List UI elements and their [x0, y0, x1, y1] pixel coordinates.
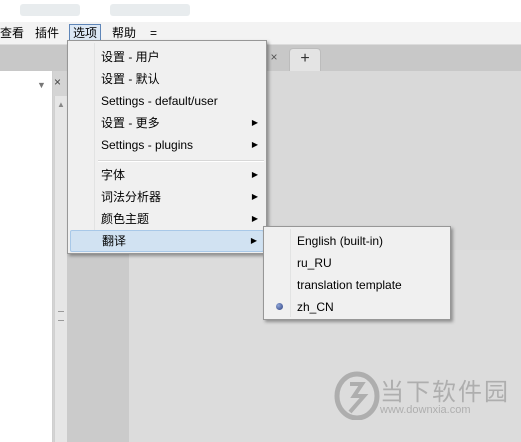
menu-separator: [98, 160, 264, 162]
menu-item-label: 设置 - 默认: [101, 72, 160, 86]
submenu-arrow-icon: ▶: [251, 118, 258, 127]
submenu-arrow-icon: ▶: [251, 192, 258, 201]
menu-item-translation[interactable]: 翻译 ▶: [70, 230, 264, 252]
submenu-arrow-icon: ▶: [250, 236, 257, 245]
language-label: ru_RU: [297, 256, 332, 270]
watermark-logo-icon: [334, 371, 380, 420]
watermark-url: www.downxia.com: [380, 404, 471, 416]
title-strip: [0, 0, 521, 22]
menu-item-label: Settings - plugins: [101, 138, 194, 152]
language-label: English (built-in): [297, 234, 384, 248]
blurred-title: [20, 4, 80, 16]
menu-view[interactable]: 查看: [0, 24, 27, 42]
watermark: 当下软件园 www.downxia.com: [332, 370, 517, 430]
options-menu: 设置 - 用户 设置 - 默认 Settings - default/user …: [67, 40, 267, 254]
menu-item-color-theme[interactable]: 颜色主题 ▶: [70, 208, 264, 230]
menu-item-label: 颜色主题: [101, 212, 150, 226]
language-item-ru[interactable]: ru_RU: [266, 252, 448, 274]
menu-item-label: Settings - default/user: [101, 94, 218, 108]
submenu-arrow-icon: ▶: [251, 140, 258, 149]
blurred-title: [110, 4, 190, 16]
menu-item-font[interactable]: 字体 ▶: [70, 164, 264, 186]
menu-item-settings-plugins[interactable]: Settings - plugins ▶: [70, 134, 264, 156]
submenu-arrow-icon: ▶: [251, 214, 258, 223]
language-item-zh-cn[interactable]: zh_CN: [266, 296, 448, 318]
language-label: translation template: [297, 278, 402, 292]
menu-item-label: 设置 - 用户: [101, 50, 160, 64]
line-number-gutter: [67, 250, 129, 442]
translation-submenu: English (built-in) ru_RU translation tem…: [263, 226, 451, 320]
menu-item-label: 字体: [101, 168, 126, 182]
language-item-template[interactable]: translation template: [266, 274, 448, 296]
submenu-arrow-icon: ▶: [251, 170, 258, 179]
language-label: zh_CN: [297, 300, 334, 314]
language-item-english[interactable]: English (built-in): [266, 230, 448, 252]
menu-item-label: 翻译: [102, 234, 127, 248]
sidebar-close-icon[interactable]: ×: [54, 76, 66, 88]
tab-close-icon[interactable]: ×: [267, 50, 281, 64]
menu-item-settings-default-user[interactable]: Settings - default/user: [70, 90, 264, 112]
scroll-grip-icon[interactable]: [58, 311, 64, 321]
menu-item-settings-user[interactable]: 设置 - 用户: [70, 46, 264, 68]
menu-item-settings-more[interactable]: 设置 - 更多 ▶: [70, 112, 264, 134]
radio-selected-icon: [276, 303, 283, 310]
menu-item-lexer[interactable]: 词法分析器 ▶: [70, 186, 264, 208]
sidebar-dropdown-icon[interactable]: ▼: [37, 80, 47, 90]
vertical-scrollbar[interactable]: ▲: [54, 96, 67, 442]
watermark-title: 当下软件园: [380, 379, 510, 406]
new-tab-button[interactable]: +: [289, 48, 321, 71]
menu-plugins[interactable]: 插件: [32, 24, 62, 42]
scroll-up-icon[interactable]: ▲: [57, 100, 65, 109]
menu-item-label: 词法分析器: [101, 190, 162, 204]
menu-item-label: 设置 - 更多: [101, 116, 160, 130]
sidebar-panel: [0, 71, 53, 442]
menu-item-settings-default[interactable]: 设置 - 默认: [70, 68, 264, 90]
